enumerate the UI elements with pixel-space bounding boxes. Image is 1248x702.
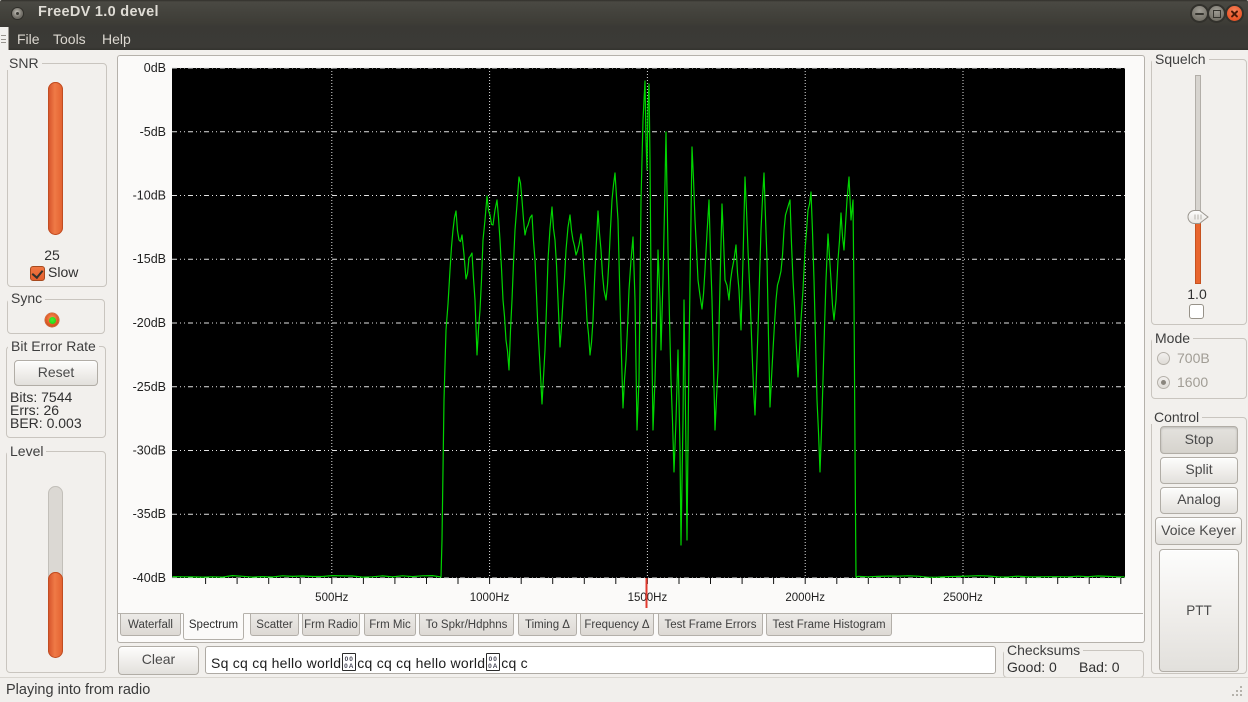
svg-text:-20dB: -20dB (133, 316, 166, 330)
svg-text:500Hz: 500Hz (315, 592, 348, 604)
svg-text:-35dB: -35dB (133, 507, 166, 521)
svg-text:1500Hz: 1500Hz (628, 592, 668, 604)
svg-text:-30dB: -30dB (133, 444, 166, 458)
svg-text:-40dB: -40dB (133, 571, 166, 585)
svg-text:-5dB: -5dB (140, 125, 166, 139)
svg-text:2000Hz: 2000Hz (785, 592, 825, 604)
svg-text:0dB: 0dB (144, 61, 166, 75)
svg-text:2500Hz: 2500Hz (943, 592, 983, 604)
svg-text:-10dB: -10dB (133, 189, 166, 203)
svg-text:-25dB: -25dB (133, 380, 166, 394)
svg-text:1000Hz: 1000Hz (470, 592, 510, 604)
svg-text:-15dB: -15dB (133, 252, 166, 266)
